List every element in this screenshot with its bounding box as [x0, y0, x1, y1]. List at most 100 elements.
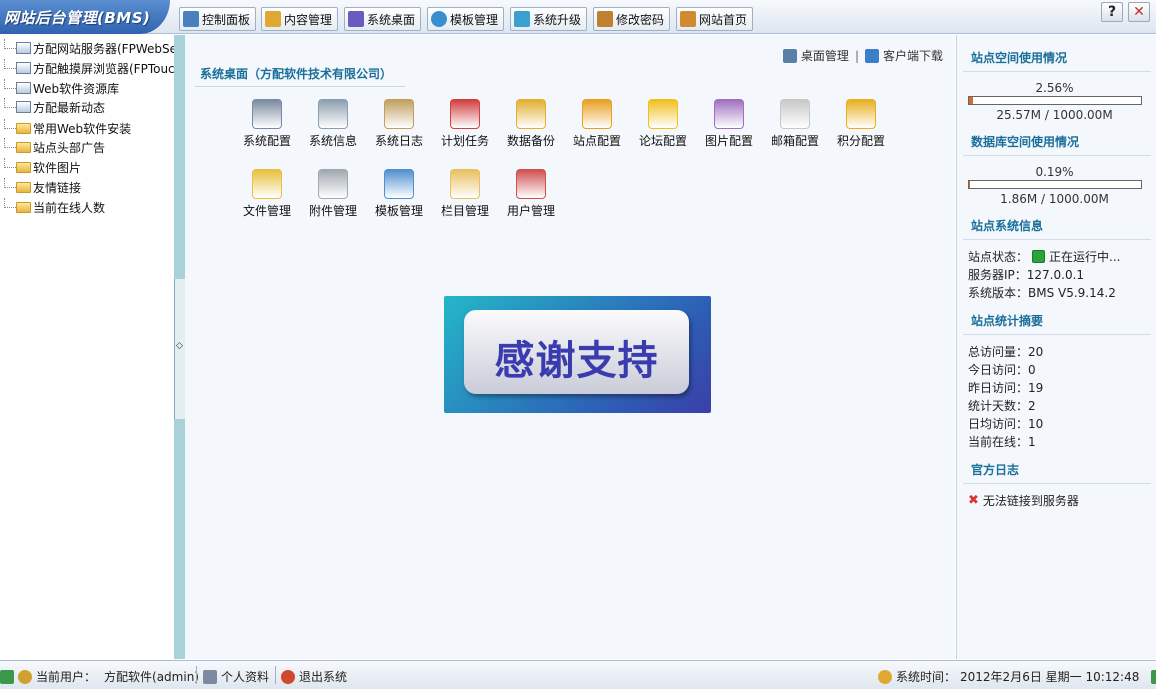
- app-forum-config[interactable]: 论坛配置: [630, 99, 696, 149]
- current-user: 当前用户： 方配软件(admin): [0, 668, 199, 685]
- page-icon: [16, 42, 31, 54]
- app-file-manager[interactable]: 文件管理: [234, 169, 300, 219]
- splitter-arrow-icon: ◇: [176, 341, 183, 351]
- stat-days: 统计天数：2: [968, 399, 1036, 413]
- tree-item-header-ads[interactable]: 站点头部广告: [4, 137, 105, 157]
- brand-title: 网站后台管理(BMS): [4, 9, 151, 27]
- nav-home-button[interactable]: 网站首页: [676, 7, 754, 31]
- space-usage-text: 25.57M / 1000.00M: [996, 108, 1113, 122]
- template-icon: [431, 11, 447, 27]
- site-status: 站点状态： 正在运行中...: [968, 250, 1121, 264]
- space-usage-title: 站点空间使用情况: [971, 51, 1068, 65]
- app-image-config[interactable]: 图片配置: [696, 99, 762, 149]
- splitter-grip[interactable]: ◇: [174, 279, 185, 419]
- system-time: 系统时间： 2012年2月6日 星期一 10:12:48: [878, 668, 1156, 685]
- app-column-manager[interactable]: 栏目管理: [432, 169, 498, 219]
- stat-today: 今日访问：0: [968, 363, 1036, 377]
- log-message: ✖ 无法链接到服务器: [968, 493, 1079, 508]
- home-icon: [680, 11, 696, 27]
- running-status-icon: [1032, 250, 1046, 263]
- app-system-config[interactable]: 系统配置: [234, 99, 300, 149]
- upgrade-icon: [514, 11, 530, 27]
- mail-icon: [780, 99, 810, 129]
- app-system-info[interactable]: 系统信息: [300, 99, 366, 149]
- logout-link[interactable]: 退出系统: [281, 668, 347, 685]
- space-usage-bar: [968, 96, 1142, 105]
- page-icon: [16, 62, 31, 74]
- desktop-icon: [348, 11, 364, 27]
- tree-item-software-images[interactable]: 软件图片: [4, 157, 81, 177]
- brand-logo: 网站后台管理(BMS): [0, 0, 170, 34]
- clock-icon: [878, 669, 892, 684]
- profile-card-icon: [203, 669, 217, 684]
- tree-item-fptouch[interactable]: 方配触摸屏浏览器(FPTouch): [4, 58, 174, 78]
- database-icon: [516, 99, 546, 129]
- power-icon: [281, 669, 295, 684]
- home-icon: [582, 99, 612, 129]
- db-usage-text: 1.86M / 1000.00M: [1000, 192, 1109, 206]
- computer-config-icon: [252, 99, 282, 129]
- nav-content-button[interactable]: 内容管理: [261, 7, 339, 31]
- stat-total: 总访问量：20: [968, 345, 1044, 359]
- key-icon: [597, 11, 613, 27]
- tree-item-web-resources[interactable]: Web软件资源库: [4, 78, 119, 98]
- tree-item-web-software[interactable]: 常用Web软件安装: [4, 118, 131, 138]
- folder-icon: [16, 122, 31, 134]
- main-top-links: 桌面管理 | 客户端下载: [782, 47, 943, 64]
- thanks-banner: 感谢支持: [444, 296, 711, 413]
- client-download-link[interactable]: 客户端下载: [883, 47, 943, 64]
- app-user-manager[interactable]: 用户管理: [498, 169, 564, 219]
- system-version: 系统版本：BMS V5.9.14.2: [968, 286, 1116, 300]
- app-scheduled-tasks[interactable]: 计划任务: [432, 99, 498, 149]
- user-icon: [18, 669, 32, 684]
- left-tree-panel: 方配网站服务器(FPWebServer) 方配触摸屏浏览器(FPTouch) W…: [0, 35, 174, 659]
- page-title: 系统桌面（方配软件技术有限公司）: [200, 67, 393, 81]
- app-system-log[interactable]: 系统日志: [366, 99, 432, 149]
- nav-desktop-button[interactable]: 系统桌面: [344, 7, 422, 31]
- stat-yesterday: 昨日访问：19: [968, 381, 1044, 395]
- folder-globe-icon: [252, 169, 282, 199]
- app-data-backup[interactable]: 数据备份: [498, 99, 564, 149]
- nav-control-panel-button[interactable]: 控制面板: [179, 7, 257, 31]
- coins-icon: [846, 99, 876, 129]
- app-site-config[interactable]: 站点配置: [564, 99, 630, 149]
- tree-item-fpwebserver[interactable]: 方配网站服务器(FPWebServer): [4, 38, 174, 58]
- app-attachment-manager[interactable]: 附件管理: [300, 169, 366, 219]
- desktop-manage-link[interactable]: 桌面管理: [801, 47, 849, 64]
- paperclip-icon: [318, 169, 348, 199]
- picture-icon: [714, 99, 744, 129]
- right-info-panel: 站点空间使用情况 2.56% 25.57M / 1000.00M 数据库空间使用…: [956, 35, 1156, 659]
- folder-db-icon: [450, 169, 480, 199]
- panel-splitter[interactable]: ◇: [174, 35, 185, 659]
- tree-item-news[interactable]: 方配最新动态: [4, 97, 105, 117]
- error-icon: ✖: [968, 493, 979, 508]
- users-icon: [516, 169, 546, 199]
- desktop-manage-icon: [782, 48, 797, 63]
- main-desktop: 桌面管理 | 客户端下载 系统桌面（方配软件技术有限公司） 系统配置 系统信息 系统…: [185, 35, 955, 659]
- app-template-manager[interactable]: 模板管理: [366, 169, 432, 219]
- stat-daily-avg: 日均访问：10: [968, 417, 1044, 431]
- page-icon: [16, 101, 31, 113]
- nav-template-button[interactable]: 模板管理: [427, 7, 505, 31]
- tree-item-friend-links[interactable]: 友情链接: [4, 177, 81, 197]
- close-button[interactable]: ✕: [1128, 2, 1150, 22]
- tree-item-online-users[interactable]: 当前在线人数: [4, 197, 105, 217]
- documents-icon: [265, 11, 281, 27]
- stat-online: 当前在线：1: [968, 435, 1036, 449]
- profile-link[interactable]: 个人资料: [203, 668, 269, 685]
- system-info-icon: [318, 99, 348, 129]
- db-usage-title: 数据库空间使用情况: [971, 135, 1080, 149]
- monitor-icon: [183, 11, 199, 27]
- calendar-icon: [450, 99, 480, 129]
- folder-icon: [16, 181, 31, 193]
- db-usage-percent: 0.19%: [1035, 165, 1074, 179]
- page-icon: [16, 82, 31, 94]
- folder-icon: [16, 161, 31, 173]
- status-bar: 当前用户： 方配软件(admin) 个人资料 退出系统 系统时间： 2012年2…: [0, 660, 1156, 689]
- banner-text: 感谢支持: [494, 338, 659, 384]
- nav-password-button[interactable]: 修改密码: [593, 7, 671, 31]
- nav-upgrade-button[interactable]: 系统升级: [510, 7, 588, 31]
- app-points-config[interactable]: 积分配置: [828, 99, 894, 149]
- help-button[interactable]: ?: [1101, 2, 1123, 22]
- app-mail-config[interactable]: 邮箱配置: [762, 99, 828, 149]
